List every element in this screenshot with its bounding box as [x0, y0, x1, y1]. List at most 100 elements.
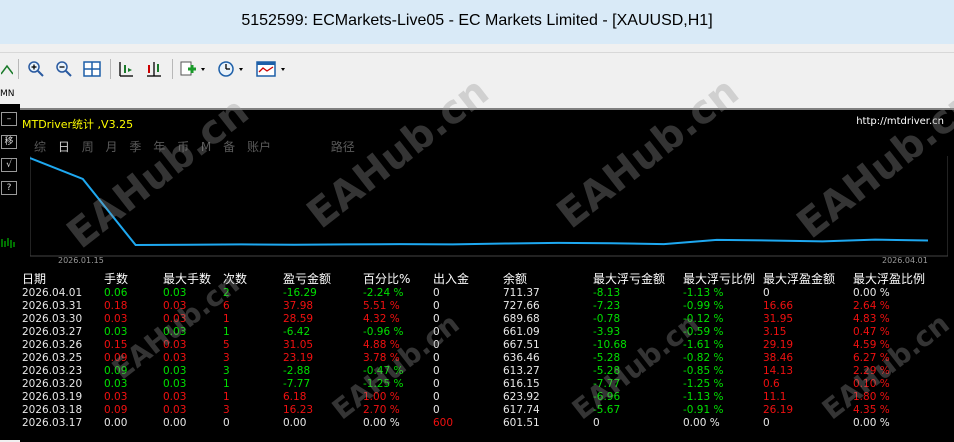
table-cell: 0: [593, 417, 600, 429]
tile-windows-icon[interactable]: [82, 59, 102, 79]
table-row[interactable]: 2026.03.27 0.03 0.03 1 -6.42 -0.96 % 0 661.09 -3…: [22, 326, 954, 339]
tab-month[interactable]: 月: [106, 138, 118, 155]
timeframe-mn[interactable]: MN: [0, 89, 15, 99]
table-row[interactable]: 2026.03.26 0.15 0.03 5 31.05 4.88 % 0 667.51 -10…: [22, 339, 954, 352]
column-header[interactable]: 盈亏金额: [283, 270, 331, 287]
table-cell: -6.96: [593, 391, 621, 403]
autoscroll-icon[interactable]: [144, 59, 164, 79]
line-studies-icon[interactable]: [0, 59, 14, 79]
table-cell: -2.88: [283, 365, 311, 377]
indicators-icon[interactable]: [178, 59, 208, 79]
column-header[interactable]: 最大浮盈金额: [763, 270, 835, 287]
tab-week[interactable]: 周: [82, 138, 94, 155]
table-cell: 16.66: [763, 300, 794, 312]
table-cell: 0: [433, 365, 440, 377]
column-header[interactable]: 最大浮盈比例: [853, 270, 925, 287]
table-cell: 711.37: [503, 287, 540, 299]
table-cell: 2026.03.26: [22, 339, 83, 351]
column-header[interactable]: 百分比%: [363, 270, 410, 287]
table-row[interactable]: 2026.03.20 0.03 0.03 1 -7.77 -1.25 % 0 616.15 -7…: [22, 378, 954, 391]
column-header[interactable]: 出入金: [433, 270, 469, 287]
table-cell: -2.24 %: [363, 287, 404, 299]
periods-icon[interactable]: [216, 59, 246, 79]
table-cell: 617.74: [503, 404, 540, 416]
table-cell: 2026.03.23: [22, 365, 83, 377]
table-cell: 4.83 %: [853, 313, 890, 325]
table-cell: 0.00: [283, 417, 307, 429]
table-cell: 2.70 %: [363, 404, 400, 416]
table-cell: 4.32 %: [363, 313, 400, 325]
tab-year[interactable]: 年: [153, 138, 165, 155]
table-cell: 2026.03.30: [22, 313, 83, 325]
table-cell: -1.25 %: [363, 378, 404, 390]
column-header[interactable]: 手数: [104, 270, 128, 287]
check-button[interactable]: √: [1, 158, 17, 172]
zoom-out-icon[interactable]: [54, 59, 74, 79]
table-cell: 0.00 %: [853, 287, 890, 299]
table-cell: 0.06: [104, 287, 128, 299]
table-cell: -7.77: [593, 378, 621, 390]
chart-end-date: 2026.04.01: [882, 256, 928, 265]
table-cell: 0.00 %: [853, 417, 890, 429]
table-cell: -0.59 %: [683, 326, 724, 338]
table-row[interactable]: 2026.03.19 0.03 0.03 1 6.18 1.00 % 0 623.92 -6.9…: [22, 391, 954, 404]
tab-quarter[interactable]: 季: [129, 138, 141, 155]
table-cell: -0.78: [593, 313, 621, 325]
table-cell: 2026.03.31: [22, 300, 83, 312]
table-cell: -6.42: [283, 326, 311, 338]
table-cell: 37.98: [283, 300, 314, 312]
tab-currency[interactable]: 币: [177, 138, 189, 155]
table-row[interactable]: 2026.03.31 0.18 0.03 6 37.98 5.51 % 0 727.66 -7.…: [22, 300, 954, 313]
window-title-bar: 5152599: ECMarkets-Live05 - EC Markets L…: [0, 0, 954, 44]
table-row[interactable]: 2026.03.25 0.09 0.03 3 23.19 3.78 % 0 636.46 -5.…: [22, 352, 954, 365]
table-cell: 26.19: [763, 404, 794, 416]
table-cell: -5.28: [593, 352, 621, 364]
table-cell: -0.82 %: [683, 352, 724, 364]
table-cell: 5.51 %: [363, 300, 400, 312]
tab-day[interactable]: 日: [58, 138, 70, 155]
table-cell: 1: [223, 378, 230, 390]
table-cell: 0: [433, 404, 440, 416]
column-header[interactable]: 最大手数: [163, 270, 211, 287]
tab-magic[interactable]: M: [201, 140, 211, 154]
tab-note[interactable]: 备: [223, 138, 235, 155]
help-button[interactable]: ?: [1, 181, 17, 195]
table-cell: 2026.03.27: [22, 326, 83, 338]
table-cell: -10.68: [593, 339, 627, 351]
table-row[interactable]: 2026.03.30 0.03 0.03 1 28.59 4.32 % 0 689.68 -0.…: [22, 313, 954, 326]
table-cell: 0.03: [163, 313, 187, 325]
column-header[interactable]: 日期: [22, 270, 46, 287]
table-cell: -1.13 %: [683, 391, 724, 403]
table-cell: 0.03: [163, 391, 187, 403]
tab-path[interactable]: 路径: [331, 138, 355, 155]
tab-overview[interactable]: 综: [34, 138, 46, 155]
table-cell: 2.64 %: [853, 300, 890, 312]
table-row[interactable]: 2026.04.01 0.06 0.03 2 -16.29 -2.24 % 0 711.37 -…: [22, 287, 954, 300]
chart-shift-icon[interactable]: [116, 59, 136, 79]
table-cell: 3: [223, 404, 230, 416]
table-row[interactable]: 2026.03.18 0.09 0.03 3 16.23 2.70 % 0 617.74 -5.…: [22, 404, 954, 417]
table-cell: 29.19: [763, 339, 794, 351]
table-cell: 0.10 %: [853, 378, 890, 390]
column-header[interactable]: 最大浮亏比例: [683, 270, 755, 287]
toolbar: [0, 52, 954, 85]
table-cell: 0: [223, 417, 230, 429]
table-cell: 0.15: [104, 339, 128, 351]
minimize-button[interactable]: –: [1, 112, 17, 126]
column-header[interactable]: 最大浮亏金额: [593, 270, 665, 287]
statistics-panel: MTDriver统计 ,V3.25 http://mtdriver.cn 综 日…: [20, 68, 954, 442]
move-button[interactable]: 移: [1, 135, 17, 149]
table-row[interactable]: 2026.03.17 0.00 0.00 0 0.00 0.00 % 600 601.51 0 0…: [22, 417, 954, 430]
tab-account[interactable]: 账户: [247, 138, 271, 155]
table-cell: 0.03: [163, 287, 187, 299]
table-row[interactable]: 2026.03.23 0.09 0.03 3 -2.88 -0.47 % 0 613.27 -5…: [22, 365, 954, 378]
panel-url[interactable]: http://mtdriver.cn: [856, 116, 944, 127]
templates-icon[interactable]: [254, 59, 288, 79]
table-cell: 2026.03.17: [22, 417, 83, 429]
table-cell: 0.09: [104, 352, 128, 364]
column-header[interactable]: 余额: [503, 270, 527, 287]
table-cell: 0.03: [104, 378, 128, 390]
table-cell: -0.99 %: [683, 300, 724, 312]
zoom-in-icon[interactable]: [26, 59, 46, 79]
column-header[interactable]: 次数: [223, 270, 247, 287]
